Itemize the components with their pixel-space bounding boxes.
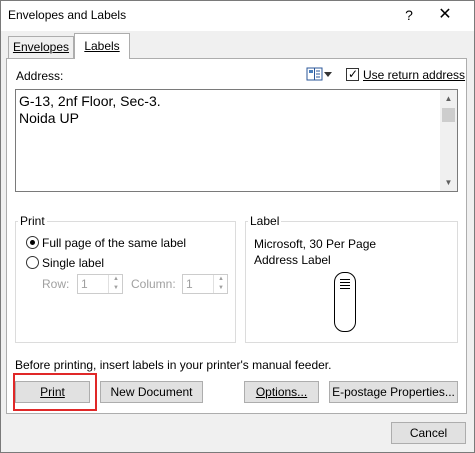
row-value: 1 <box>81 277 88 291</box>
checkmark-icon: ✓ <box>348 67 359 81</box>
use-return-address-text: Use return address <box>363 68 466 82</box>
options-button-label: Options... <box>255 385 308 399</box>
column-value: 1 <box>186 277 193 291</box>
help-button[interactable]: ? <box>397 4 421 26</box>
scroll-down-icon[interactable]: ▼ <box>440 174 457 191</box>
radio-selected-dot <box>30 240 35 245</box>
print-button-label: Print <box>40 385 65 399</box>
label-product: Microsoft, 30 Per Page <box>254 237 377 251</box>
column-label: Column: <box>131 277 176 291</box>
options-button[interactable]: Options... <box>244 381 319 403</box>
window-title: Envelopes and Labels <box>8 8 127 22</box>
use-return-address-checkbox[interactable]: ✓ <box>346 67 359 81</box>
label-group-legend: Label <box>248 214 282 228</box>
spin-down-icon[interactable]: ▼ <box>109 284 123 293</box>
label-preview-icon[interactable] <box>334 272 356 332</box>
close-button[interactable]: ✕ <box>433 4 457 26</box>
address-scrollbar[interactable]: ▲ ▼ <box>440 90 457 191</box>
full-page-radio[interactable] <box>26 236 39 249</box>
row-label: Row: <box>42 277 70 291</box>
single-label-label[interactable]: Single label <box>42 256 104 270</box>
epostage-properties-button[interactable]: E-postage Properties... <box>329 381 458 403</box>
cancel-button[interactable]: Cancel <box>391 422 466 444</box>
print-group-legend: Print <box>18 214 47 228</box>
scroll-thumb[interactable] <box>442 108 455 122</box>
printing-note: Before printing, insert labels in your p… <box>15 358 332 372</box>
scroll-up-icon[interactable]: ▲ <box>440 90 457 107</box>
full-page-label[interactable]: Full page of the same label <box>42 236 186 250</box>
chevron-down-icon[interactable] <box>324 72 332 78</box>
address-textbox[interactable]: G-13, 2nf Floor, Sec-3. Noida UP ▲ ▼ <box>15 89 458 192</box>
address-book-icon[interactable] <box>306 67 323 81</box>
print-button[interactable]: Print <box>15 381 90 403</box>
spin-up-icon[interactable]: ▲ <box>109 275 123 284</box>
tab-labels-label: Labels <box>84 39 120 53</box>
single-label-radio[interactable] <box>26 256 39 269</box>
address-label: Address: <box>16 69 64 83</box>
use-return-address-label: Use return address <box>363 68 465 82</box>
tab-envelopes-label: Envelopes <box>12 40 70 54</box>
address-value[interactable]: G-13, 2nf Floor, Sec-3. Noida UP <box>19 93 161 127</box>
new-document-button[interactable]: New Document <box>100 381 203 403</box>
spin-up-icon[interactable]: ▲ <box>214 275 228 284</box>
tab-envelopes[interactable]: Envelopes <box>8 36 74 58</box>
title-bar: Envelopes and Labels ? ✕ <box>1 1 474 31</box>
row-spinner[interactable]: 1 ▲ ▼ <box>77 274 123 294</box>
label-type: Address Label <box>254 253 331 267</box>
tab-labels[interactable]: Labels <box>74 33 130 59</box>
column-spinner[interactable]: 1 ▲ ▼ <box>182 274 228 294</box>
spin-down-icon[interactable]: ▼ <box>214 284 228 293</box>
